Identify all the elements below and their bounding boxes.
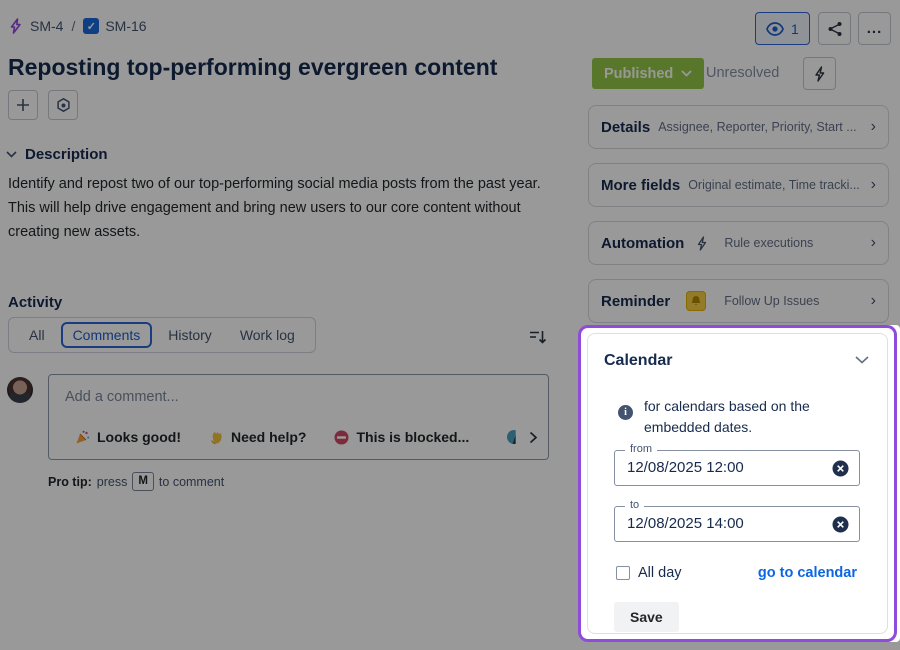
all-day-checkbox[interactable]: [616, 566, 630, 580]
calendar-title: Calendar: [604, 352, 672, 370]
all-day-label: All day: [638, 565, 682, 581]
calendar-info-text: for calendars based on the embedded date…: [644, 396, 834, 438]
go-to-calendar-link[interactable]: go to calendar: [758, 565, 857, 581]
info-icon: i: [618, 405, 633, 420]
allday-row: All day go to calendar: [616, 565, 857, 581]
from-field-label: from: [625, 443, 657, 455]
from-date-input[interactable]: from 12/08/2025 12:00: [614, 450, 860, 486]
clear-from-button[interactable]: [832, 460, 849, 477]
clear-to-button[interactable]: [832, 516, 849, 533]
to-field-value: 12/08/2025 14:00: [627, 515, 744, 532]
from-field-value: 12/08/2025 12:00: [627, 459, 744, 476]
issue-page: SM-4 / ✓ SM-16 1 ... Reposting top-perfo…: [0, 0, 900, 650]
all-day-option[interactable]: All day: [616, 565, 682, 581]
to-field-label: to: [625, 499, 644, 511]
calendar-panel: Calendar i for calendars based on the em…: [587, 333, 888, 634]
calendar-collapse-button[interactable]: [855, 356, 869, 364]
to-date-input[interactable]: to 12/08/2025 14:00: [614, 506, 860, 542]
save-button[interactable]: Save: [614, 602, 679, 632]
calendar-spotlight: Calendar i for calendars based on the em…: [578, 325, 900, 642]
